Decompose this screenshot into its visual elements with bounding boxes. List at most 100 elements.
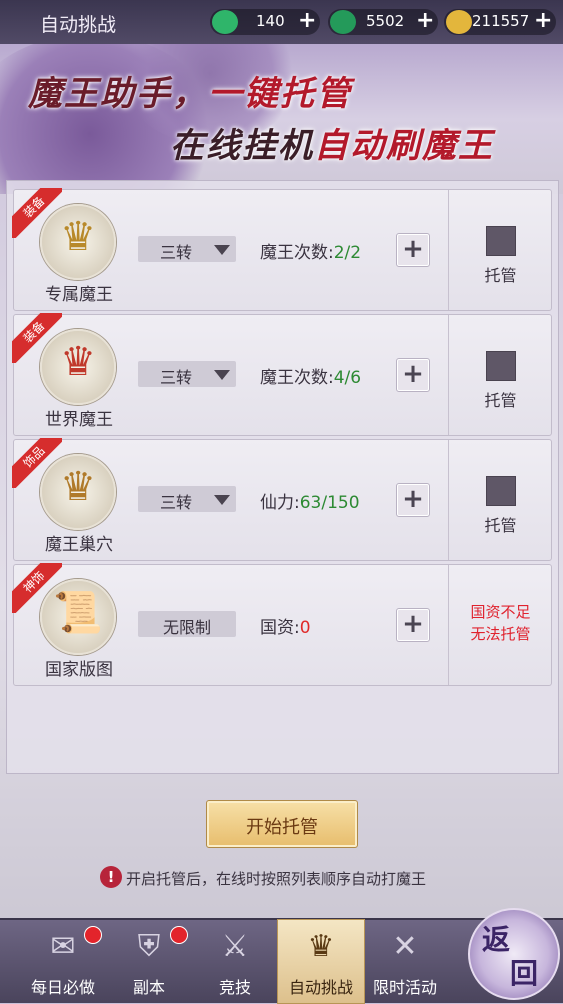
scroll-icon: ✉ [50,929,76,964]
back-char-1: 返 [482,923,511,956]
rank-select[interactable]: 三转 [138,361,236,387]
boss-count: 魔王次数:2/2 [260,238,361,263]
rank-select-value: 三转 [160,493,193,512]
crossed-swords-icon: ⚔ [221,929,249,964]
boss-count-value: 4/6 [333,368,362,388]
warning-line-2: 无法托管 [470,625,531,643]
slogan-line-1: 魔王助手，一键托管 [28,66,352,115]
auto-checkbox[interactable] [486,226,516,256]
list-item: 装备 ♛ 世界魔王 三转 魔王次数:4/6 + 托管 [12,313,552,436]
warning-line-1: 国资不足 [470,603,531,621]
immortal-power: 仙力:63/150 [260,488,360,513]
immortal-power-label: 仙力: [260,493,300,513]
demon-crest-icon: ♛ [307,929,335,964]
boss-name: 魔王巢穴 [45,535,113,555]
slogan-line-2: 在线挂机自动刷魔王 [170,118,494,167]
auto-cell: 托管 [448,315,552,435]
exclamation-icon: ! [100,866,122,888]
boss-name: 国家版图 [45,660,113,680]
chevron-down-icon [214,245,230,255]
slogan-1a: 魔王助手， [28,74,208,114]
start-auto-button-label: 开始托管 [246,817,318,838]
helmet-icon: ⛨ [137,929,161,964]
top-bar: 自动挑战 140 + 5502 + 211557 + [0,0,563,44]
notification-badge [84,926,102,944]
resource-jade-lock-value: 5502 [366,12,405,30]
gold-ingot-icon [446,10,472,34]
resource-jade-value: 140 [256,12,285,30]
auto-checkbox[interactable] [486,476,516,506]
rank-select[interactable]: 三转 [138,236,236,262]
boss-count-label: 魔王次数: [260,368,334,388]
notification-badge [170,926,188,944]
add-count-button[interactable]: + [396,358,430,392]
hero-banner: 魔王助手，一键托管 在线挂机自动刷魔王 [0,44,563,194]
resource-gold: 211557 + [444,9,556,35]
national-funds-value: 0 [299,618,311,638]
chevron-down-icon [214,370,230,380]
auto-cell: 托管 [448,190,552,310]
auto-checkbox-label: 托管 [484,391,517,410]
rank-select[interactable]: 三转 [138,486,236,512]
add-jade-lock-button[interactable]: + [416,9,434,33]
map-scroll-icon[interactable]: 📜 [40,579,116,655]
national-funds: 国资:0 [260,613,311,638]
tab-limited-event-label: 限时活动 [372,978,437,997]
plus-icon: + [402,234,424,264]
auto-unavailable-warning: 国资不足 无法托管 [449,601,552,645]
demon-mask-icon[interactable]: ♛ [40,329,116,405]
add-funds-button[interactable]: + [396,608,430,642]
plus-icon: + [402,359,424,389]
add-gold-button[interactable]: + [534,9,552,33]
tab-dungeon[interactable]: ⛨ 副本 [106,920,192,1003]
tab-daily-label: 每日必做 [30,978,95,997]
start-auto-button[interactable]: 开始托管 [206,800,358,848]
rank-select-value: 三转 [160,368,193,387]
list-item: 饰品 ♛ 魔王巢穴 三转 仙力:63/150 + 托管 [12,438,552,561]
plus-icon: + [402,609,424,639]
add-count-button[interactable]: + [396,233,430,267]
boss-count: 魔王次数:4/6 [260,363,361,388]
list-item: 神饰 📜 国家版图 无限制 国资:0 + 国资不足 无法托管 [12,563,552,686]
national-funds-label: 国资: [260,618,300,638]
boss-name: 专属魔王 [45,285,113,305]
jade-lock-icon [330,10,356,34]
list-item: 装备 ♛ 专属魔王 三转 魔王次数:2/2 + 托管 [12,188,552,311]
auto-checkbox-label: 托管 [484,516,517,535]
tab-arena[interactable]: ⚔ 竞技 [192,920,278,1003]
tab-auto-challenge-label: 自动挑战 [288,978,353,997]
auto-cell: 国资不足 无法托管 [448,565,552,685]
rank-select-value: 无限制 [162,618,211,637]
demon-mask-icon[interactable]: ♛ [40,204,116,280]
tab-daily[interactable]: ✉ 每日必做 [20,920,106,1003]
tab-auto-challenge[interactable]: ♛ 自动挑战 [277,919,365,1004]
slogan-1b: 一键托管 [208,74,352,114]
chevron-down-icon [214,495,230,505]
auto-cell: 托管 [448,440,552,560]
tab-arena-label: 竞技 [218,978,251,997]
boss-count-value: 2/2 [333,243,362,263]
rank-select-value: 三转 [160,243,193,262]
resource-gold-value: 211557 [472,12,530,30]
hint-text: 开启托管后，在线时按照列表顺序自动打魔王 [126,870,427,888]
resource-jade: 140 + [210,9,320,35]
slogan-2b: 自动刷魔王 [314,126,494,166]
add-power-button[interactable]: + [396,483,430,517]
boss-list-panel: 装备 ♛ 专属魔王 三转 魔王次数:2/2 + 托管 装备 ♛ 世界魔王 三转 … [6,180,559,774]
back-button[interactable]: 返 回 [468,908,560,1000]
boss-name: 世界魔王 [45,410,113,430]
jade-icon [212,10,238,34]
back-char-2: 回 [510,957,539,990]
demon-mask-icon[interactable]: ♛ [40,454,116,530]
add-jade-button[interactable]: + [298,9,316,33]
immortal-power-value: 63/150 [299,493,360,513]
rank-select[interactable]: 无限制 [138,611,236,637]
auto-checkbox[interactable] [486,351,516,381]
page-title: 自动挑战 [40,14,117,36]
resource-jade-lock: 5502 + [328,9,438,35]
auto-checkbox-label: 托管 [484,266,517,285]
slogan-2a: 在线挂机 [170,126,314,166]
tab-dungeon-label: 副本 [132,978,165,997]
crossed-blades-icon: ✕ [392,929,418,964]
tab-limited-event[interactable]: ✕ 限时活动 [362,920,448,1003]
